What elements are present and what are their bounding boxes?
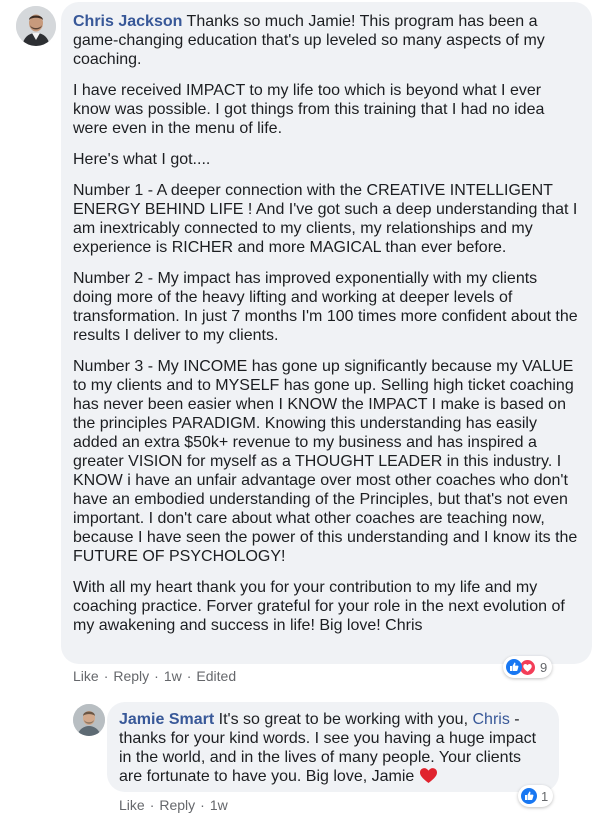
comment-paragraph: Number 2 - My impact has improved expone… [73,270,578,344]
timestamp-link[interactable]: 1w [164,668,182,685]
comment-paragraph: Number 3 - My INCOME has gone up signifi… [73,358,578,565]
comment-actions: Like · Reply · 1w · Edited [73,668,236,685]
comment-bubble: Chris Jackson Thanks so much Jamie! This… [61,2,592,664]
reply-bubble: Jamie Smart It's so great to be working … [107,702,559,792]
separator: · [186,668,192,684]
reply-link[interactable]: Reply [113,668,149,685]
avatar-chris-jackson[interactable] [16,6,56,46]
reply-reactions[interactable]: 1 [518,785,554,807]
separator: · [149,797,155,813]
thumbs-up-icon [521,788,537,804]
comment-paragraph: Here's what I got.... [73,151,211,168]
reply-author-name[interactable]: Jamie Smart [119,711,214,728]
reply-actions: Like · Reply · 1w [119,797,228,814]
edited-label[interactable]: Edited [196,668,236,685]
comment-author-name[interactable]: Chris Jackson [73,13,182,30]
red-heart-icon [419,768,437,784]
reply-text: It's so great to be working with you, [218,711,469,728]
comment-paragraph: Number 1 - A deeper connection with the … [73,182,578,256]
comment-paragraph: I have received IMPACT to my life too wh… [73,82,545,137]
reaction-count: 1 [541,788,549,804]
separator: · [103,668,109,684]
like-link[interactable]: Like [73,668,99,685]
like-link[interactable]: Like [119,797,145,814]
avatar-jamie-smart[interactable] [73,704,105,736]
separator: · [154,668,159,684]
reaction-count: 9 [540,659,548,675]
thumbs-up-icon [506,659,522,675]
separator: · [200,797,205,813]
timestamp-link[interactable]: 1w [210,797,228,814]
mention-link[interactable]: Chris [472,711,509,728]
comment-paragraph: With all my heart thank you for your con… [73,579,565,634]
comment-first-paragraph: Chris Jackson Thanks so much Jamie! This… [73,12,580,69]
reply-link[interactable]: Reply [159,797,195,814]
comment-reactions[interactable]: 9 [503,656,553,678]
